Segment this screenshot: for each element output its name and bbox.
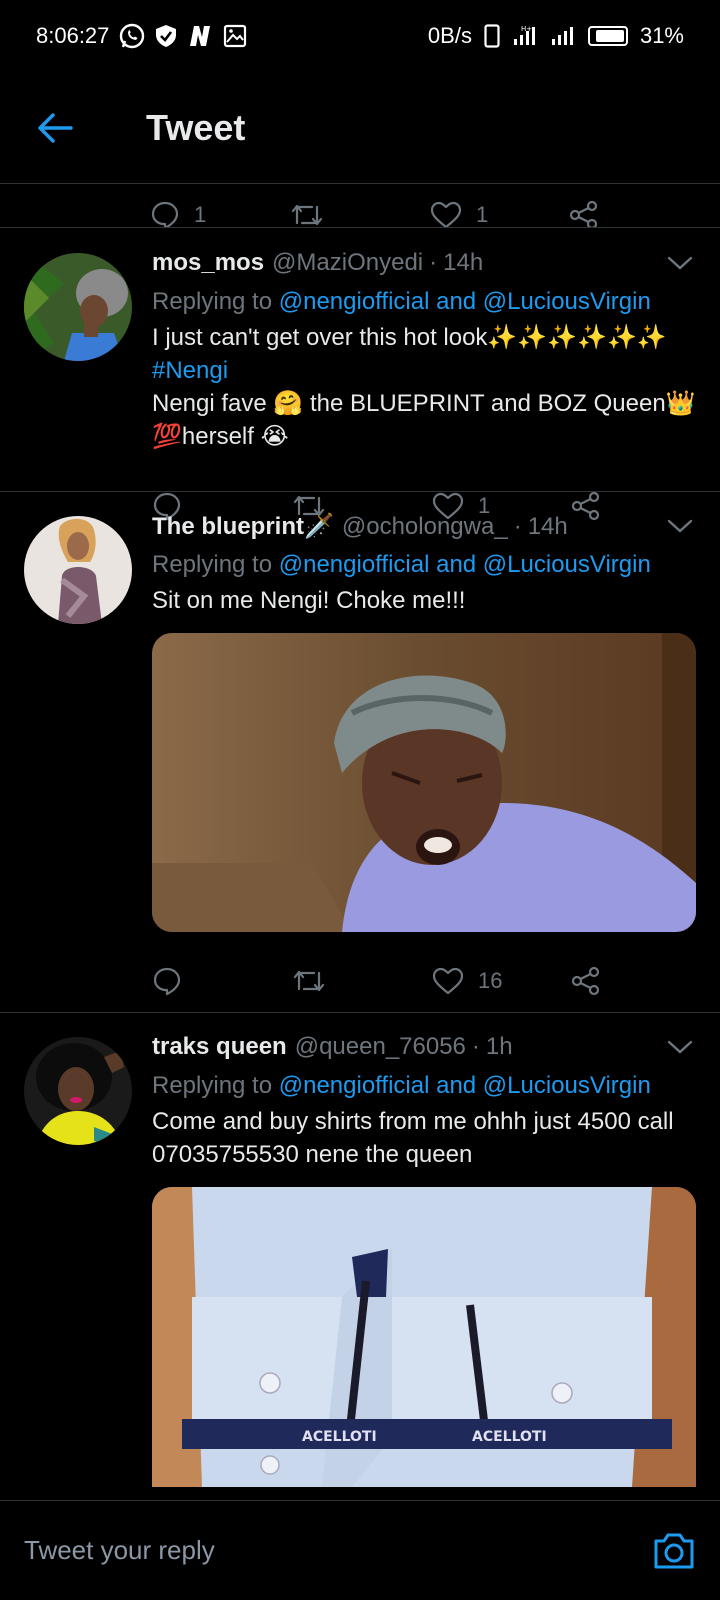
tweet[interactable]: The blueprint🗡️ @ocholongwa_ · 14h Reply… xyxy=(0,492,720,1013)
retweet-icon xyxy=(291,204,323,226)
timestamp: 1h xyxy=(485,1033,513,1060)
like-button[interactable]: 16 xyxy=(432,967,570,995)
share-icon xyxy=(571,966,600,996)
avatar[interactable] xyxy=(24,1037,132,1145)
replying-to: Replying to @nengiofficial and @LuciousV… xyxy=(152,285,696,319)
tweet-options-chevron-down-icon[interactable] xyxy=(666,516,694,536)
whatsapp-icon xyxy=(119,23,145,49)
like-button[interactable]: 1 xyxy=(430,201,568,227)
replying-to-label: Replying to xyxy=(152,551,273,578)
shirt-brand-label: ACELLOTI xyxy=(472,1429,547,1445)
separator: · xyxy=(471,1033,480,1060)
shield-icon xyxy=(155,24,177,48)
share-button[interactable] xyxy=(568,200,600,227)
display-name[interactable]: traks queen xyxy=(152,1033,287,1061)
tweet-options-chevron-down-icon[interactable] xyxy=(666,253,694,273)
timestamp: 14h xyxy=(527,513,568,540)
reply-button[interactable] xyxy=(152,966,292,996)
shirt-brand-label: ACELLOTI xyxy=(302,1429,377,1445)
share-button[interactable] xyxy=(570,966,602,996)
reply-input[interactable]: Tweet your reply xyxy=(24,1535,652,1566)
tweet-text: I just can't get over this hot look✨✨✨✨✨… xyxy=(152,321,696,453)
back-arrow-icon xyxy=(38,112,73,143)
separator: · xyxy=(429,249,438,276)
reply-icon xyxy=(151,201,179,227)
svg-text:H+: H+ xyxy=(521,25,532,33)
retweet-button[interactable] xyxy=(292,967,432,995)
retweet-button[interactable] xyxy=(290,201,430,227)
replying-to: Replying to @nengiofficial and @LuciousV… xyxy=(152,548,696,582)
camera-icon xyxy=(654,1533,694,1568)
display-name[interactable]: mos_mos xyxy=(152,249,264,277)
user-handle[interactable]: @queen_76056 xyxy=(295,1033,466,1061)
tweet-options-chevron-down-icon[interactable] xyxy=(666,1037,694,1057)
avatar[interactable] xyxy=(24,253,132,361)
tweet[interactable]: mos_mos @MaziOnyedi · 14h Replying to @n… xyxy=(0,229,720,521)
page-title: Tweet xyxy=(146,106,246,148)
battery-icon xyxy=(587,26,628,46)
separator: · xyxy=(513,513,522,540)
signal-1-icon: H+ xyxy=(512,25,538,47)
replying-to-label: Replying to xyxy=(152,1072,273,1099)
gallery-icon xyxy=(223,24,247,48)
display-name[interactable]: The blueprint🗡️ xyxy=(152,512,334,541)
user-handle[interactable]: @ocholongwa_ xyxy=(342,513,508,541)
reply-compose-bar: Tweet your reply xyxy=(0,1500,720,1600)
tweet-header: mos_mos @MaziOnyedi · 14h xyxy=(152,249,696,281)
replying-to-users[interactable]: @nengiofficial and @LuciousVirgin xyxy=(279,288,651,315)
battery-percent: 31% xyxy=(639,23,684,48)
top-app-bar: Tweet xyxy=(0,72,720,184)
replying-to: Replying to @nengiofficial and @LuciousV… xyxy=(152,1069,696,1103)
tweet-text-part: I just can't get over this hot look✨✨✨✨✨… xyxy=(152,324,667,351)
tweet-text: Come and buy shirts from me ohhh just 45… xyxy=(152,1108,674,1168)
tweet-image[interactable]: ACELLOTI ACELLOTI xyxy=(152,1187,696,1487)
status-time: 8:06:27 xyxy=(36,23,110,48)
status-bar: 8:06:27 0B/s H+ 31% xyxy=(0,0,720,72)
tweet-image[interactable] xyxy=(152,633,696,932)
tweet-header: traks queen @queen_76056 · 1h xyxy=(152,1033,696,1065)
like-count: 16 xyxy=(478,968,503,993)
timestamp: 14h xyxy=(443,249,484,276)
replies-feed: mos_mos @MaziOnyedi · 14h Replying to @n… xyxy=(0,229,720,1513)
replying-to-label: Replying to xyxy=(152,288,273,315)
heart-icon xyxy=(432,967,464,995)
reply-icon xyxy=(153,967,181,996)
back-button[interactable] xyxy=(0,72,110,184)
tweet[interactable]: traks queen @queen_76056 · 1h Replying t… xyxy=(0,1013,720,1513)
user-handle[interactable]: @MaziOnyedi xyxy=(272,249,423,277)
camera-button[interactable] xyxy=(652,1529,696,1573)
heart-icon xyxy=(430,201,462,227)
replying-to-users[interactable]: @nengiofficial and @LuciousVirgin xyxy=(279,1072,651,1099)
signal-2-icon xyxy=(550,25,576,47)
retweet-icon xyxy=(293,970,325,992)
tweet-text-part: Nengi fave 🤗 the BLUEPRINT and BOZ Queen… xyxy=(152,390,696,450)
avatar[interactable] xyxy=(24,516,132,624)
reply-count: 1 xyxy=(194,202,207,227)
like-count: 1 xyxy=(476,202,489,227)
replying-to-users[interactable]: @nengiofficial and @LuciousVirgin xyxy=(279,551,651,578)
share-icon xyxy=(569,200,598,227)
n-app-icon xyxy=(187,25,213,47)
phone-icon xyxy=(484,24,500,48)
tweet-header: The blueprint🗡️ @ocholongwa_ · 14h xyxy=(152,512,696,544)
hashtag-link[interactable]: #Nengi xyxy=(152,357,228,384)
tweet-text: Sit on me Nengi! Choke me!!! xyxy=(152,587,466,614)
reply-button[interactable]: 1 xyxy=(150,200,290,227)
network-speed: 0B/s xyxy=(427,23,472,48)
